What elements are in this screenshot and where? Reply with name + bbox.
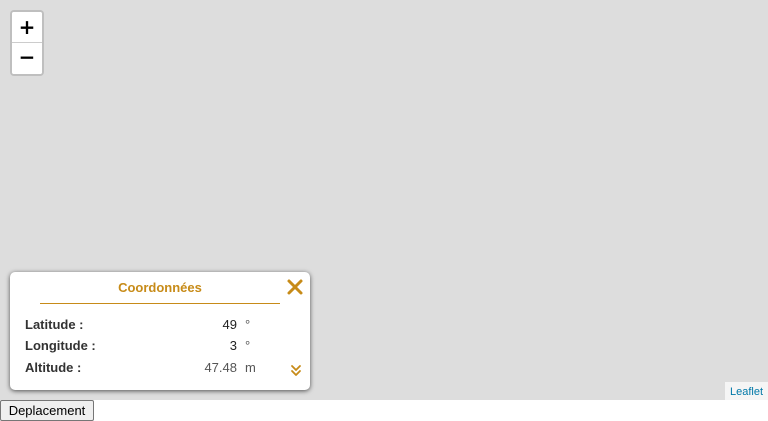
altitude-label: Altitude : — [25, 360, 82, 375]
double-chevron-down-icon[interactable] — [290, 364, 302, 378]
panel-title: Coordonnées — [40, 280, 280, 304]
latitude-value: 49 — [222, 317, 237, 332]
longitude-label: Longitude : — [25, 338, 96, 353]
coordinates-panel: Coordonnées Latitude : 49 ° Longitude : … — [10, 272, 310, 390]
zoom-out-button[interactable]: − — [12, 43, 42, 74]
leaflet-link[interactable]: Leaflet — [730, 386, 763, 398]
longitude-unit: ° — [245, 338, 251, 353]
latitude-row: Latitude : 49 ° — [25, 317, 295, 335]
latitude-label: Latitude : — [25, 317, 84, 332]
map-view[interactable]: + − Coordonnées Latitude : 49 ° Longitud… — [0, 0, 768, 400]
map-attribution: Leaflet — [724, 382, 768, 400]
altitude-value: 47.48 — [204, 360, 237, 375]
longitude-value: 3 — [229, 338, 237, 353]
zoom-in-button[interactable]: + — [12, 12, 42, 43]
close-icon[interactable] — [286, 278, 304, 296]
longitude-row: Longitude : 3 ° — [25, 338, 295, 356]
deplacement-button[interactable]: Deplacement — [0, 400, 94, 421]
latitude-unit: ° — [245, 317, 251, 332]
altitude-row: Altitude : 47.48 m — [25, 360, 295, 378]
zoom-control: + − — [10, 10, 44, 76]
altitude-unit: m — [245, 360, 256, 375]
